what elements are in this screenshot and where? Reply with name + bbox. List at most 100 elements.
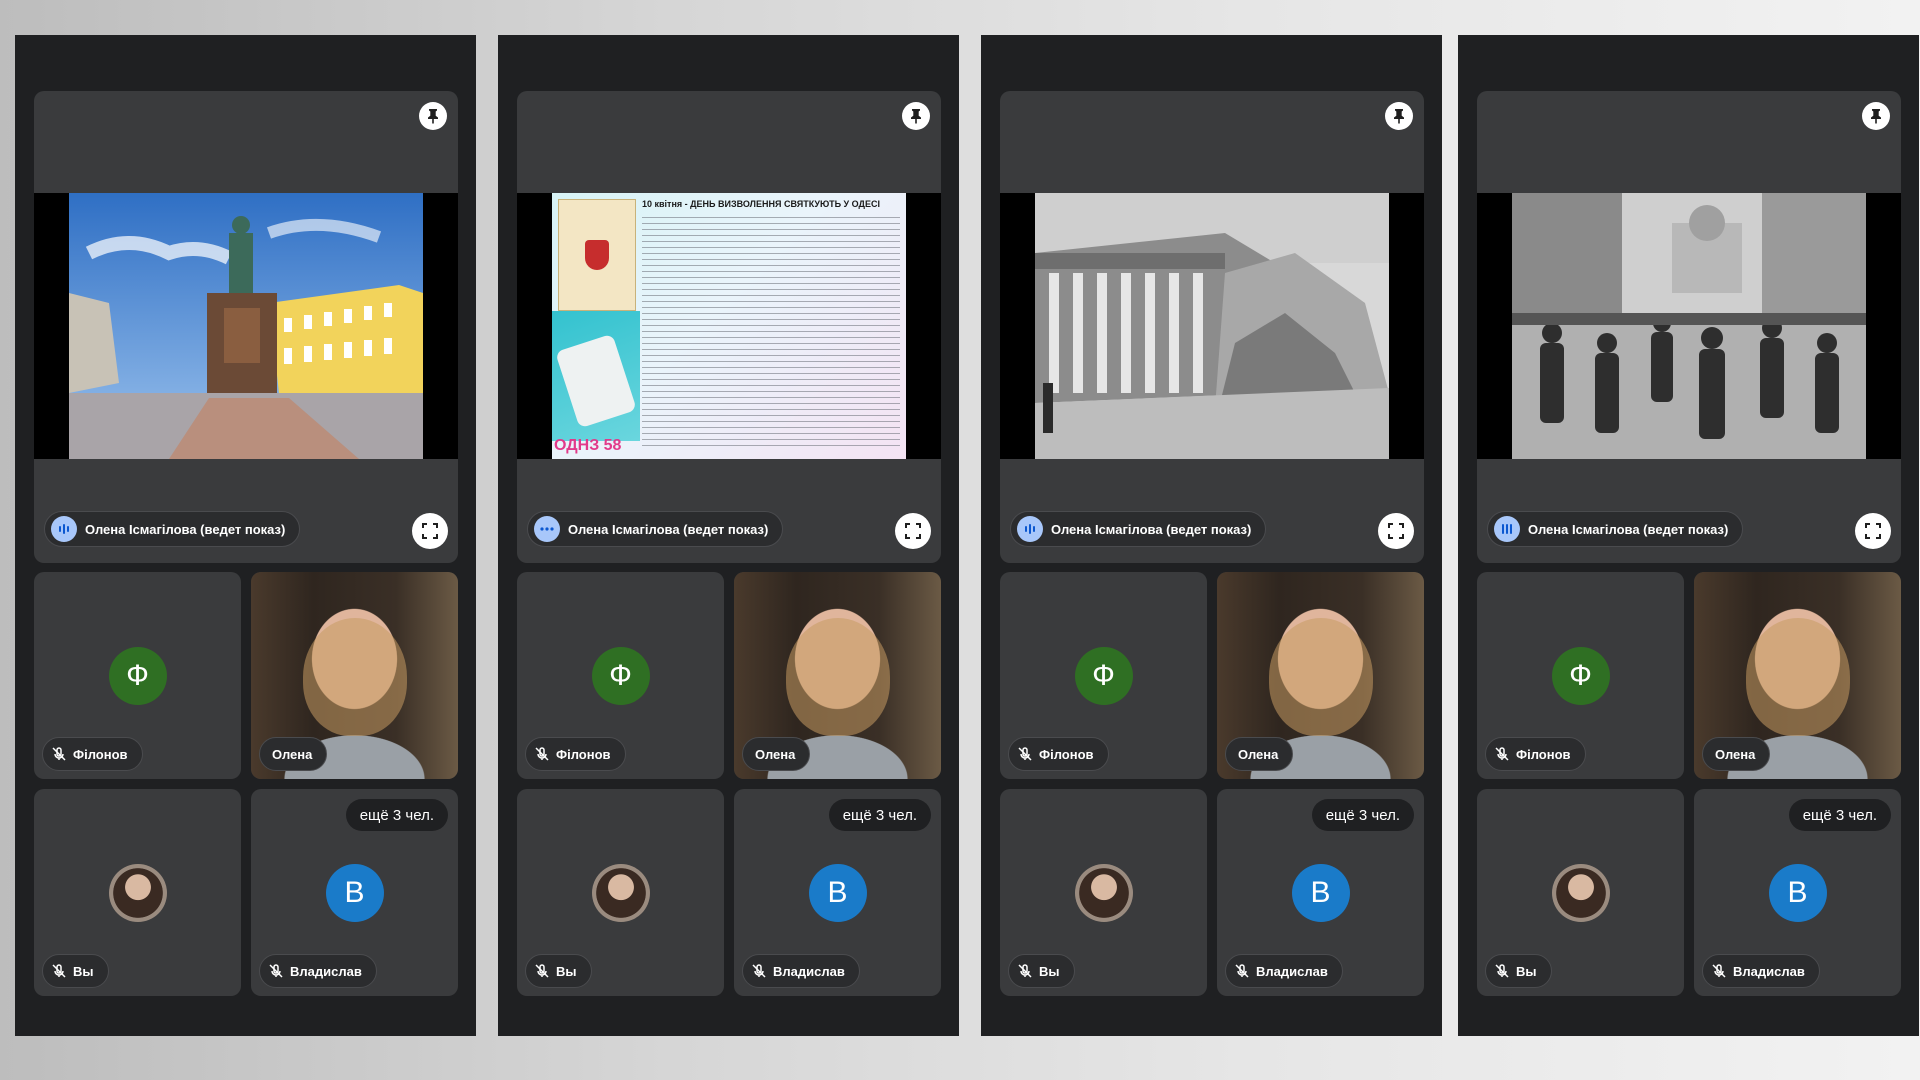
fullscreen-icon (1388, 523, 1404, 539)
avatar: Ф (108, 646, 167, 705)
slide-emblem (558, 199, 636, 311)
mic-off-icon (1495, 747, 1509, 761)
pin-icon (1871, 109, 1881, 124)
slide-badge: ОДНЗ 58 (554, 437, 622, 454)
avatar: Ф (1074, 646, 1133, 705)
avatar: В (1768, 863, 1827, 922)
presenter-name: Олена Ісмагілова (ведет показ) (1051, 521, 1252, 537)
mic-off-icon (752, 964, 766, 978)
more-participants-badge[interactable]: ещё 3 чел. (1311, 799, 1414, 831)
avatar: В (1291, 863, 1350, 922)
pin-button[interactable] (1385, 102, 1413, 130)
presenter-name: Олена Ісмагілова (ведет показ) (1528, 521, 1729, 537)
meet-screen-2: 10 квітня - ДЕНЬ ВИЗВОЛЕННЯ СВЯТКУЮТЬ У … (498, 35, 959, 1036)
more-participants-badge[interactable]: ещё 3 чел. (345, 799, 448, 831)
participant-tile-you[interactable]: Вы (1477, 789, 1684, 996)
participant-tile-olena[interactable]: Олена (251, 572, 458, 779)
presenter-name: Олена Ісмагілова (ведет показ) (85, 521, 286, 537)
participant-tile-you[interactable]: Вы (517, 789, 724, 996)
pin-button[interactable] (1862, 102, 1890, 130)
participant-name: Владислав (1733, 963, 1805, 979)
participant-name: Філонов (1039, 746, 1094, 762)
participant-tile-filonov[interactable]: Ф Філонов (517, 572, 724, 779)
participant-tile-filonov[interactable]: Ф Філонов (1000, 572, 1207, 779)
participant-name-pill: Владислав (259, 954, 377, 988)
video-detail (785, 617, 890, 736)
pin-button[interactable] (419, 102, 447, 130)
participant-tile-vladyslav[interactable]: ещё 3 чел. В Владислав (1217, 789, 1424, 996)
participant-name-pill: Олена (1225, 737, 1294, 771)
participant-name: Владислав (773, 963, 845, 979)
participant-tile-filonov[interactable]: Ф Філонов (1477, 572, 1684, 779)
speaking-indicator-icon (1017, 516, 1043, 542)
participant-name: Філонов (556, 746, 611, 762)
participant-name: Олена (1238, 746, 1279, 762)
fullscreen-icon (422, 523, 438, 539)
avatar (591, 863, 650, 922)
shared-screen (34, 193, 458, 459)
mic-off-icon (1495, 964, 1509, 978)
avatar: Ф (1551, 646, 1610, 705)
slide-newspaper-roll (552, 311, 640, 441)
participant-tile-vladyslav[interactable]: ещё 3 чел. В Владислав (1694, 789, 1901, 996)
fullscreen-button[interactable] (895, 513, 931, 549)
video-detail (1268, 617, 1373, 736)
participant-tile-vladyslav[interactable]: ещё 3 чел. В Владислав (251, 789, 458, 996)
participant-name-pill: Вы (1485, 954, 1552, 988)
participant-name-pill: Владислав (1225, 954, 1343, 988)
presenter-name: Олена Ісмагілова (ведет показ) (568, 521, 769, 537)
pin-icon (1394, 109, 1404, 124)
avatar: Ф (591, 646, 650, 705)
avatar (1074, 863, 1133, 922)
participant-tile-filonov[interactable]: Ф Філонов (34, 572, 241, 779)
participant-name-pill: Олена (259, 737, 328, 771)
fullscreen-icon (905, 523, 921, 539)
participant-name-pill: Владислав (742, 954, 860, 988)
meet-screen-4: Олена Ісмагілова (ведет показ) Ф Філонов… (1458, 35, 1919, 1036)
participant-tile-olena[interactable]: Олена (734, 572, 941, 779)
fullscreen-button[interactable] (1855, 513, 1891, 549)
slide-image (69, 193, 423, 459)
participant-name: Вы (556, 963, 577, 979)
pin-button[interactable] (902, 102, 930, 130)
participant-name-pill: Філонов (1485, 737, 1586, 771)
mic-off-icon (535, 964, 549, 978)
participant-tile-olena[interactable]: Олена (1694, 572, 1901, 779)
participant-tile-olena[interactable]: Олена (1217, 572, 1424, 779)
presenter-label: Олена Ісмагілова (ведет показ) (527, 511, 784, 547)
more-participants-badge[interactable]: ещё 3 чел. (828, 799, 931, 831)
shared-screen (1477, 193, 1901, 459)
mic-off-icon (269, 964, 283, 978)
video-detail (1745, 617, 1850, 736)
mic-off-icon (535, 747, 549, 761)
participant-name: Філонов (1516, 746, 1571, 762)
participant-tile-you[interactable]: Вы (34, 789, 241, 996)
fullscreen-button[interactable] (412, 513, 448, 549)
avatar (108, 863, 167, 922)
screen-share-tile[interactable]: 10 квітня - ДЕНЬ ВИЗВОЛЕННЯ СВЯТКУЮТЬ У … (517, 91, 941, 563)
presenter-label: Олена Ісмагілова (ведет показ) (1010, 511, 1267, 547)
more-participants-badge[interactable]: ещё 3 чел. (1788, 799, 1891, 831)
mic-off-icon (52, 747, 66, 761)
avatar: В (808, 863, 867, 922)
screen-share-tile[interactable]: Олена Ісмагілова (ведет показ) (1000, 91, 1424, 563)
participant-tile-vladyslav[interactable]: ещё 3 чел. В Владислав (734, 789, 941, 996)
fullscreen-button[interactable] (1378, 513, 1414, 549)
participant-tile-you[interactable]: Вы (1000, 789, 1207, 996)
pin-icon (911, 109, 921, 124)
speaking-indicator-icon (534, 516, 560, 542)
participant-name-pill: Вы (42, 954, 109, 988)
participant-name-pill: Олена (742, 737, 811, 771)
avatar: В (325, 863, 384, 922)
participant-name-pill: Філонов (42, 737, 143, 771)
presenter-label: Олена Ісмагілова (ведет показ) (44, 511, 301, 547)
participant-name-pill: Владислав (1702, 954, 1820, 988)
screen-share-tile[interactable]: Олена Ісмагілова (ведет показ) (34, 91, 458, 563)
video-detail (302, 617, 407, 736)
participant-name: Владислав (1256, 963, 1328, 979)
slide-image (1512, 193, 1866, 459)
meet-screen-1: Олена Ісмагілова (ведет показ) Ф Філонов… (15, 35, 476, 1036)
screen-share-tile[interactable]: Олена Ісмагілова (ведет показ) (1477, 91, 1901, 563)
presenter-label: Олена Ісмагілова (ведет показ) (1487, 511, 1744, 547)
pin-icon (428, 109, 438, 124)
